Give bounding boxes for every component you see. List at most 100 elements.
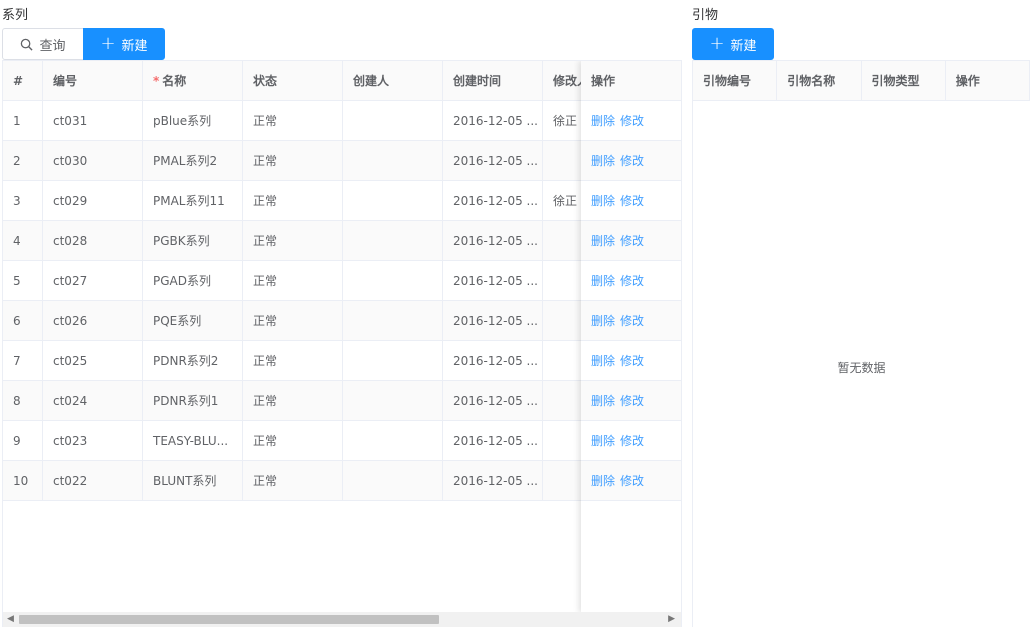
- cell-index: 9: [3, 421, 43, 460]
- edit-link[interactable]: 修改: [620, 272, 644, 289]
- delete-link[interactable]: 删除: [591, 232, 615, 249]
- cell-creator: [343, 341, 443, 380]
- cell-created-time: 2016-12-05 ...: [443, 341, 543, 380]
- delete-link[interactable]: 删除: [591, 312, 615, 329]
- cell-name: PGAD系列: [143, 261, 243, 300]
- delete-link[interactable]: 删除: [591, 352, 615, 369]
- edit-link[interactable]: 修改: [620, 352, 644, 369]
- horizontal-scrollbar[interactable]: ◀ ▶: [3, 612, 681, 627]
- column-header-status[interactable]: 状态: [243, 61, 343, 100]
- cell-created-time: 2016-12-05 ...: [443, 461, 543, 500]
- cell-creator: [343, 261, 443, 300]
- edit-link[interactable]: 修改: [620, 432, 644, 449]
- row-actions: 删除 修改: [581, 421, 681, 461]
- scroll-left-arrow-icon[interactable]: ◀: [7, 614, 14, 624]
- cell-creator: [343, 221, 443, 260]
- delete-link[interactable]: 删除: [591, 472, 615, 489]
- delete-link[interactable]: 删除: [591, 392, 615, 409]
- scrollbar-thumb[interactable]: [19, 615, 439, 624]
- plus-icon: +: [709, 33, 725, 54]
- row-actions: 删除 修改: [581, 141, 681, 181]
- column-header-index: #: [3, 61, 43, 100]
- cell-creator: [343, 101, 443, 140]
- cell-code: ct024: [43, 381, 143, 420]
- edit-link[interactable]: 修改: [620, 112, 644, 129]
- cell-code: ct026: [43, 301, 143, 340]
- table-row[interactable]: 10 ct022 BLUNT系列 正常 2016-12-05 ...: [3, 461, 643, 501]
- scroll-right-arrow-icon[interactable]: ▶: [668, 614, 675, 624]
- cell-status: 正常: [243, 381, 343, 420]
- cell-status: 正常: [243, 181, 343, 220]
- cell-index: 10: [3, 461, 43, 500]
- cell-code: ct028: [43, 221, 143, 260]
- query-button-label: 查询: [39, 38, 66, 54]
- column-header-primer-name[interactable]: 引物名称: [777, 61, 862, 100]
- cell-code: ct030: [43, 141, 143, 180]
- cell-index: 5: [3, 261, 43, 300]
- cell-creator: [343, 381, 443, 420]
- cell-index: 4: [3, 221, 43, 260]
- cell-status: 正常: [243, 221, 343, 260]
- cell-created-time: 2016-12-05 ...: [443, 101, 543, 140]
- edit-link[interactable]: 修改: [620, 472, 644, 489]
- cell-status: 正常: [243, 421, 343, 460]
- cell-code: ct027: [43, 261, 143, 300]
- column-header-creator[interactable]: 创建人: [343, 61, 443, 100]
- table-row[interactable]: 5 ct027 PGAD系列 正常 2016-12-05 ...: [3, 261, 643, 301]
- delete-link[interactable]: 删除: [591, 432, 615, 449]
- edit-link[interactable]: 修改: [620, 392, 644, 409]
- edit-link[interactable]: 修改: [620, 152, 644, 169]
- cell-code: ct025: [43, 341, 143, 380]
- table-row[interactable]: 8 ct024 PDNR系列1 正常 2016-12-05 ...: [3, 381, 643, 421]
- cell-name: pBlue系列: [143, 101, 243, 140]
- cell-index: 2: [3, 141, 43, 180]
- query-button[interactable]: 查询: [2, 28, 84, 60]
- column-header-name-label: 名称: [162, 74, 187, 88]
- cell-code: ct023: [43, 421, 143, 460]
- row-actions: 删除 修改: [581, 221, 681, 261]
- column-header-created-time[interactable]: 创建时间: [443, 61, 543, 100]
- cell-name: BLUNT系列: [143, 461, 243, 500]
- row-actions: 删除 修改: [581, 101, 681, 141]
- cell-status: 正常: [243, 301, 343, 340]
- delete-link[interactable]: 删除: [591, 272, 615, 289]
- row-actions: 删除 修改: [581, 181, 681, 221]
- empty-state-text: 暂无数据: [837, 361, 886, 375]
- column-header-actions: 操作: [581, 61, 681, 101]
- cell-code: ct031: [43, 101, 143, 140]
- cell-code: ct029: [43, 181, 143, 220]
- cell-status: 正常: [243, 461, 343, 500]
- primer-section-title: 引物: [692, 8, 719, 23]
- table-row[interactable]: 6 ct026 PQE系列 正常 2016-12-05 ...: [3, 301, 643, 341]
- new-primer-button-label: 新建: [730, 38, 757, 54]
- delete-link[interactable]: 删除: [591, 192, 615, 209]
- table-row[interactable]: 9 ct023 TEASY-BLU... 正常 2016-12-05 ...: [3, 421, 643, 461]
- new-series-button[interactable]: + 新建: [83, 28, 165, 60]
- edit-link[interactable]: 修改: [620, 312, 644, 329]
- table-row[interactable]: 4 ct028 PGBK系列 正常 2016-12-05 ...: [3, 221, 643, 261]
- table-row[interactable]: 7 ct025 PDNR系列2 正常 2016-12-05 ...: [3, 341, 643, 381]
- column-header-code[interactable]: 编号: [43, 61, 143, 100]
- cell-name: PDNR系列2: [143, 341, 243, 380]
- table-row[interactable]: 2 ct030 PMAL系列2 正常 2016-12-05 ...: [3, 141, 643, 181]
- cell-creator: [343, 301, 443, 340]
- table-row[interactable]: 1 ct031 pBlue系列 正常 2016-12-05 ... 徐正: [3, 101, 643, 141]
- column-header-primer-type[interactable]: 引物类型: [862, 61, 946, 100]
- table-row[interactable]: 3 ct029 PMAL系列11 正常 2016-12-05 ... 徐正: [3, 181, 643, 221]
- series-table: # 编号 * 名称 状态 创建人 创建时间 修改人 1 ct031 pBlue系列 正常…: [2, 60, 682, 627]
- cell-index: 8: [3, 381, 43, 420]
- series-section-title: 系列: [2, 8, 29, 23]
- column-header-name[interactable]: * 名称: [143, 61, 243, 100]
- delete-link[interactable]: 删除: [591, 112, 615, 129]
- search-icon: [21, 38, 34, 51]
- cell-index: 1: [3, 101, 43, 140]
- new-primer-button[interactable]: + 新建: [692, 28, 774, 60]
- cell-name: PMAL系列2: [143, 141, 243, 180]
- row-actions: 删除 修改: [581, 301, 681, 341]
- cell-created-time: 2016-12-05 ...: [443, 381, 543, 420]
- edit-link[interactable]: 修改: [620, 192, 644, 209]
- delete-link[interactable]: 删除: [591, 152, 615, 169]
- cell-created-time: 2016-12-05 ...: [443, 181, 543, 220]
- column-header-primer-code[interactable]: 引物编号: [693, 61, 778, 100]
- edit-link[interactable]: 修改: [620, 232, 644, 249]
